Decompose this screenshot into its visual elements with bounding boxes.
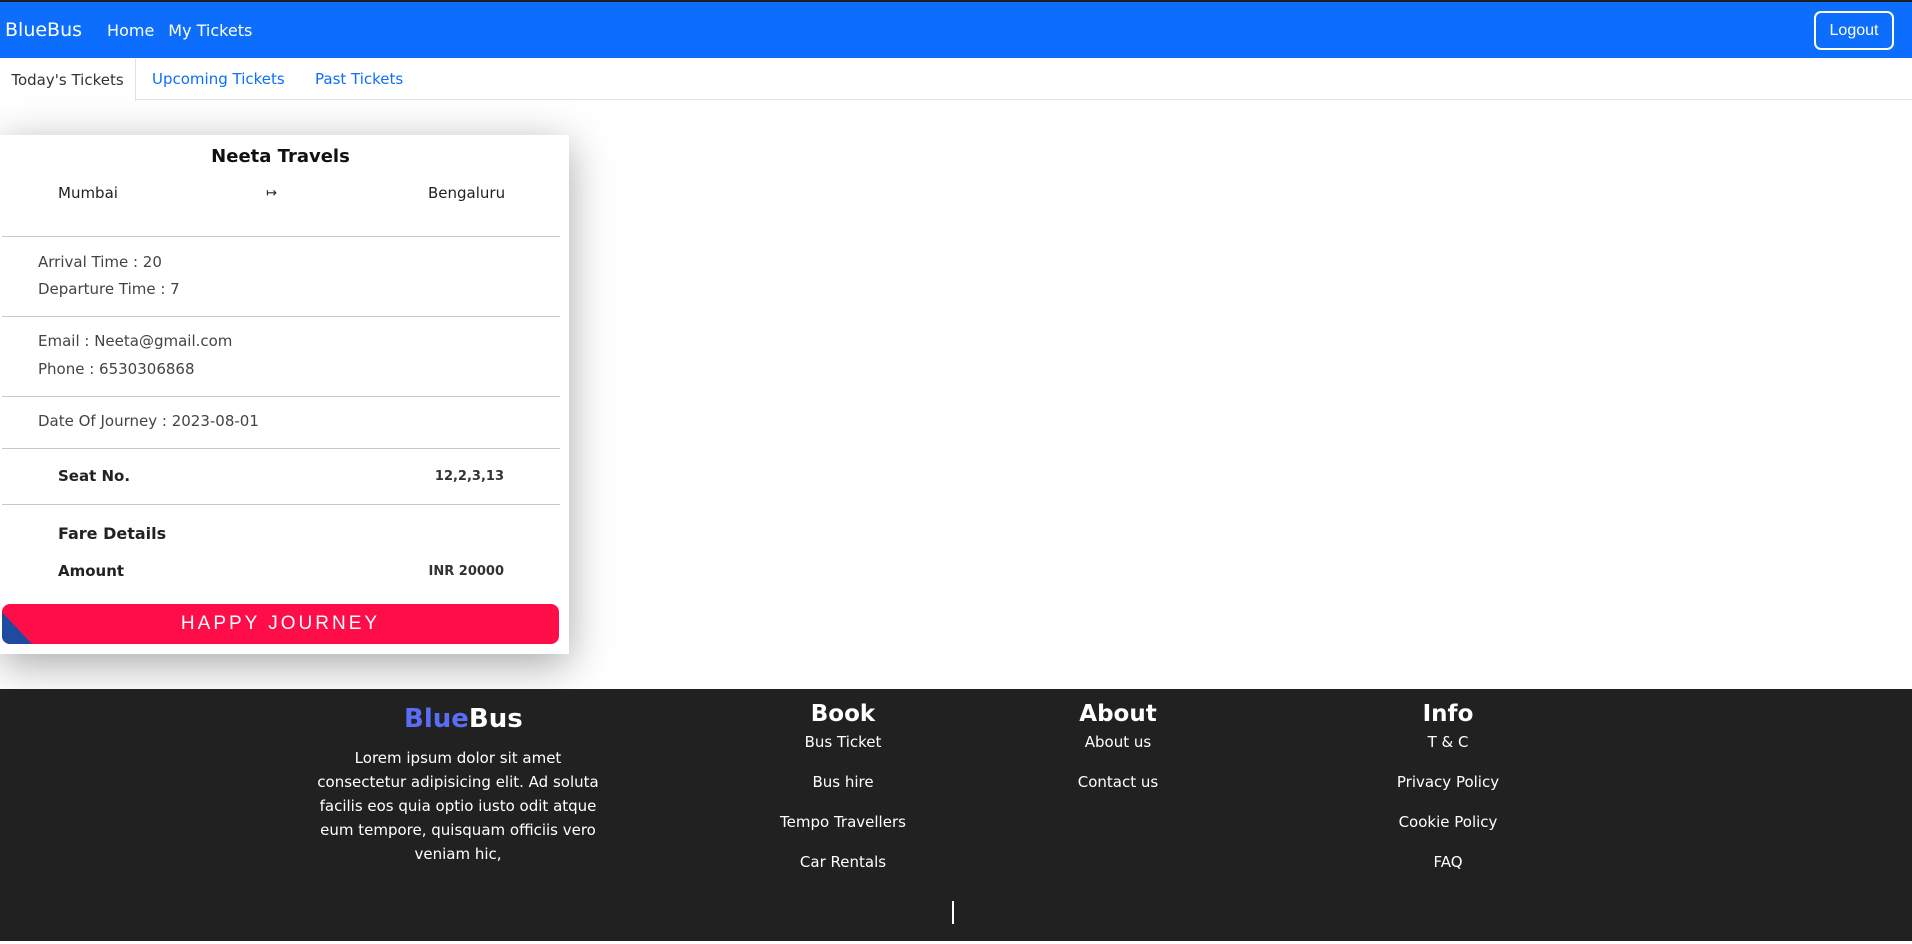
operator-name: Neeta Travels <box>211 146 350 167</box>
footer-brand-blue: Blue <box>404 704 469 734</box>
tab-todays-tickets[interactable]: Today's Tickets <box>0 58 136 101</box>
ticket-card: Neeta Travels Mumbai ↦ Bengaluru Arrival… <box>0 135 569 654</box>
operator-email: Email : Neeta@gmail.com <box>38 332 233 350</box>
footer-brand-rest: Bus <box>468 704 523 734</box>
divider <box>2 448 560 449</box>
amount-label: Amount <box>58 562 125 580</box>
divider <box>2 504 560 505</box>
seat-value: 12,2,3,13 <box>434 469 504 484</box>
destination-city: Bengaluru <box>428 184 506 202</box>
footer-about-title: About <box>1079 701 1157 727</box>
site-footer: BlueBus Lorem ipsum dolor sit amet conse… <box>0 689 1912 941</box>
divider <box>2 236 560 237</box>
footer-link-bus-hire[interactable]: Bus hire <box>772 773 914 813</box>
operator-phone: Phone : 6530306868 <box>38 360 195 378</box>
footer-link-faq[interactable]: FAQ <box>1387 853 1509 893</box>
journey-date: Date Of Journey : 2023-08-01 <box>38 412 259 430</box>
footer-link-car-rentals[interactable]: Car Rentals <box>772 853 914 893</box>
footer-info-title: Info <box>1422 701 1474 727</box>
tab-upcoming-tickets[interactable]: Upcoming Tickets <box>152 58 285 100</box>
nav-my-tickets-link[interactable]: My Tickets <box>168 21 252 40</box>
footer-link-about-us[interactable]: About us <box>1058 733 1178 773</box>
arrival-time: Arrival Time : 20 <box>38 253 162 271</box>
divider <box>2 396 560 397</box>
ticket-tabs: Today's Tickets Upcoming Tickets Past Ti… <box>0 58 1912 101</box>
amount-value: INR 20000 <box>428 564 504 579</box>
fare-details-title: Fare Details <box>58 524 167 543</box>
footer-description: Lorem ipsum dolor sit amet consectetur a… <box>317 749 599 863</box>
brand-logo[interactable]: BlueBus <box>5 19 82 41</box>
footer-link-privacy-policy[interactable]: Privacy Policy <box>1387 773 1509 813</box>
footer-brand[interactable]: BlueBus <box>404 704 523 734</box>
nav-home-link[interactable]: Home <box>107 21 154 40</box>
seat-label: Seat No. <box>58 467 131 485</box>
footer-book-title: Book <box>810 701 876 727</box>
footer-link-contact-us[interactable]: Contact us <box>1058 773 1178 813</box>
banner-text: HAPPY JOURNEY <box>180 613 381 634</box>
text-cursor <box>952 901 954 924</box>
footer-link-cookie-policy[interactable]: Cookie Policy <box>1387 813 1509 853</box>
tab-past-tickets[interactable]: Past Tickets <box>315 58 403 100</box>
top-navbar: BlueBus Home My Tickets Logout <box>0 0 1912 58</box>
footer-link-terms[interactable]: T & C <box>1387 733 1509 773</box>
footer-book-column: Book Bus Ticket Bus hire Tempo Traveller… <box>772 701 914 893</box>
divider <box>2 316 560 317</box>
departure-time: Departure Time : 7 <box>38 280 180 298</box>
route-arrow-icon: ↦ <box>266 186 277 201</box>
happy-journey-banner: HAPPY JOURNEY <box>2 604 559 644</box>
footer-info-column: Info T & C Privacy Policy Cookie Policy … <box>1387 701 1509 893</box>
footer-link-bus-ticket[interactable]: Bus Ticket <box>772 733 914 773</box>
footer-link-tempo-travellers[interactable]: Tempo Travellers <box>772 813 914 853</box>
footer-about-column: About About us Contact us <box>1058 701 1178 813</box>
logout-button[interactable]: Logout <box>1814 11 1894 50</box>
banner-corner-accent <box>2 612 32 644</box>
origin-city: Mumbai <box>58 184 118 202</box>
